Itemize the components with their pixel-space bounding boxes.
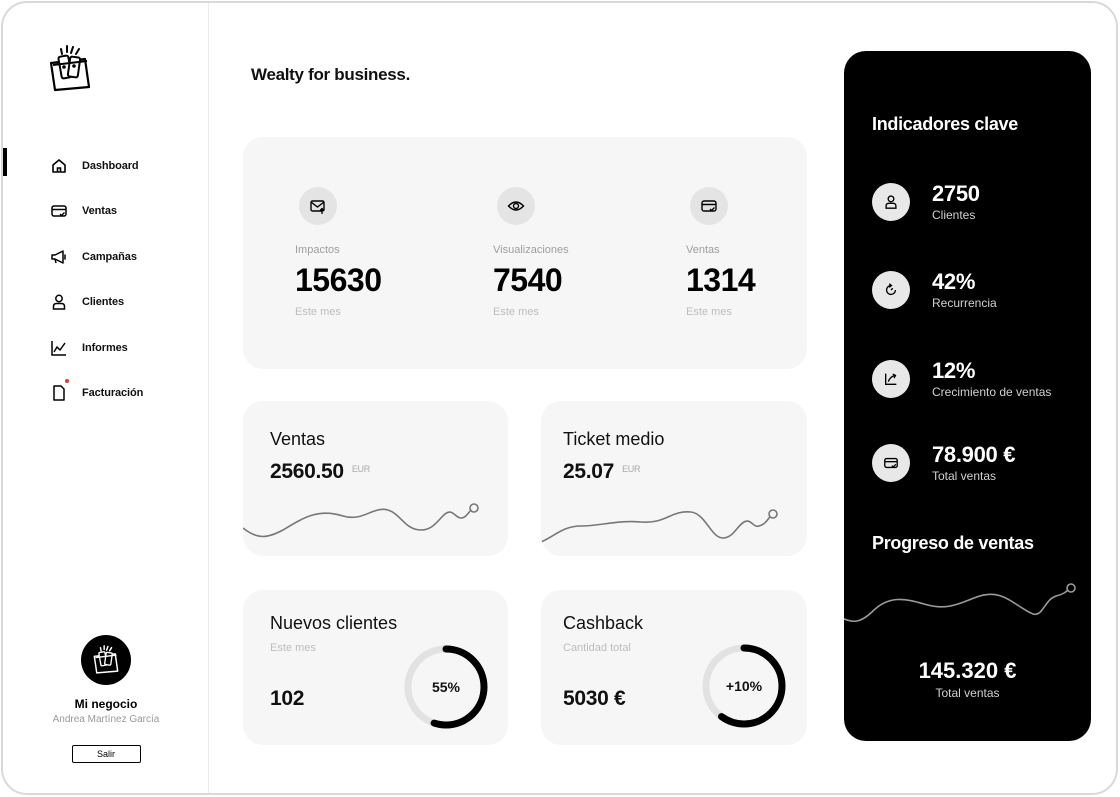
ventas-card[interactable]: Ventas 2560.50 EUR [243, 401, 508, 556]
card-check-icon [51, 205, 67, 217]
card-title: Ticket medio [563, 429, 665, 449]
cashback-donut: +10% [700, 642, 788, 730]
stat-value: 15630 [295, 262, 382, 298]
chart-line-icon [51, 340, 66, 356]
card-value: 5030 € [563, 687, 626, 710]
wallet-logo-icon[interactable] [47, 43, 93, 95]
card-value: 2560.50 EUR [270, 460, 370, 484]
stat-value: 1314 [686, 262, 756, 298]
business-name: Mi negocio [74, 697, 138, 711]
app-window: Dashboard Ventas Campañas Clientes Infor… [1, 1, 1118, 795]
refresh-icon [872, 270, 910, 309]
profile-section: Mi negocio Andrea Martínez García Salir [3, 635, 209, 763]
sidebar-item-label: Campañas [82, 250, 137, 263]
sidebar-nav: Dashboard Ventas Campañas Clientes Infor… [3, 143, 209, 416]
user-icon [52, 294, 66, 310]
card-title: Cashback [563, 613, 644, 633]
stat-label: Visualizaciones [493, 244, 569, 256]
progress-total: 145.320 € Total ventas [844, 658, 1091, 700]
page-title: Wealty for business. [251, 65, 411, 84]
ventas-sparkline [243, 503, 479, 538]
notification-dot [65, 378, 69, 383]
donut-label: 55% [431, 679, 461, 695]
growth-arrow-icon [872, 359, 910, 398]
progress-total-value: 145.320 € [918, 658, 1017, 683]
mail-up-icon [299, 187, 337, 225]
stats-card: Impactos 15630 Este mes Visualizaciones … [243, 137, 807, 369]
card-sub: Cantidad total [563, 642, 631, 654]
kpi-item-recurrencia: 42% Recurrencia [872, 269, 997, 310]
kpi-label: Recurrencia [932, 296, 997, 310]
stat-sub: Este mes [493, 306, 539, 318]
progress-total-label: Total ventas [935, 686, 1000, 700]
document-icon [53, 385, 65, 401]
sidebar-item-facturacion[interactable]: Facturación [3, 371, 209, 417]
sidebar-item-label: Informes [82, 341, 128, 354]
sidebar-item-informes[interactable]: Informes [3, 325, 209, 371]
stat-impactos: Impactos 15630 Este mes [295, 187, 382, 318]
sidebar-item-label: Dashboard [82, 159, 139, 172]
card-check-icon [690, 187, 728, 225]
card-value: 102 [270, 687, 305, 710]
kpi-value: 2750 [932, 181, 980, 206]
kpi-item-clientes: 2750 Clientes [872, 181, 980, 222]
kpi-panel: Indicadores clave 2750 Clientes 42% Recu… [844, 51, 1091, 741]
donut-label: +10% [725, 678, 763, 694]
kpi-label: Crecimiento de ventas [932, 385, 1052, 399]
kpi-item-total-ventas: 78.900 € Total ventas [872, 442, 1016, 483]
progress-sparkline [844, 583, 1076, 623]
ticket-medio-card[interactable]: Ticket medio 25.07 EUR [541, 401, 807, 556]
user-icon [872, 182, 910, 221]
logout-button[interactable]: Salir [71, 745, 141, 763]
user-name: Andrea Martínez García [52, 714, 160, 725]
card-title: Nuevos clientes [270, 613, 398, 633]
eye-icon [497, 187, 535, 225]
kpi-label: Total ventas [932, 469, 997, 483]
nuevos-donut: 55% [402, 643, 490, 731]
cashback-card[interactable]: Cashback Cantidad total 5030 € +10% [541, 590, 807, 745]
sidebar-item-ventas[interactable]: Ventas [3, 189, 209, 235]
stat-sub: Este mes [686, 306, 732, 318]
stat-sub: Este mes [295, 306, 341, 318]
stat-visualizaciones: Visualizaciones 7540 Este mes [493, 187, 569, 318]
home-icon [52, 158, 66, 173]
nuevos-clientes-card[interactable]: Nuevos clientes Este mes 102 55% [243, 590, 508, 745]
sidebar-item-clientes[interactable]: Clientes [3, 280, 209, 326]
kpi-label: Clientes [932, 208, 976, 222]
sidebar-item-label: Facturación [82, 387, 144, 400]
ticket-sparkline [541, 509, 778, 543]
card-value-number: 25.07 [563, 460, 615, 483]
kpi-value: 12% [932, 358, 976, 383]
kpi-value: 78.900 € [932, 442, 1016, 467]
kpi-value: 42% [932, 269, 976, 294]
sidebar-item-label: Ventas [82, 205, 117, 218]
sidebar-item-campanas[interactable]: Campañas [3, 234, 209, 280]
card-value-number: 2560.50 [270, 460, 344, 483]
card-title: Ventas [270, 429, 326, 449]
sidebar-item-label: Clientes [82, 296, 124, 309]
stat-ventas: Ventas 1314 Este mes [686, 187, 756, 318]
megaphone-icon [51, 250, 66, 264]
card-check-icon [872, 443, 910, 482]
progress-title: Progreso de ventas [872, 533, 1034, 553]
avatar[interactable] [81, 635, 131, 685]
kpi-item-crecimiento: 12% Crecimiento de ventas [872, 358, 1051, 399]
stat-value: 7540 [493, 262, 563, 298]
stat-label: Ventas [686, 244, 720, 256]
card-sub: Este mes [270, 642, 316, 654]
sidebar-item-dashboard[interactable]: Dashboard [3, 143, 209, 189]
stat-label: Impactos [295, 244, 340, 256]
card-unit: EUR [622, 464, 641, 474]
sidebar: Dashboard Ventas Campañas Clientes Infor… [3, 3, 209, 793]
kpi-title: Indicadores clave [872, 114, 1018, 134]
wallet-logo-icon [93, 645, 119, 674]
card-unit: EUR [351, 464, 370, 474]
card-value: 25.07 EUR [563, 460, 640, 484]
